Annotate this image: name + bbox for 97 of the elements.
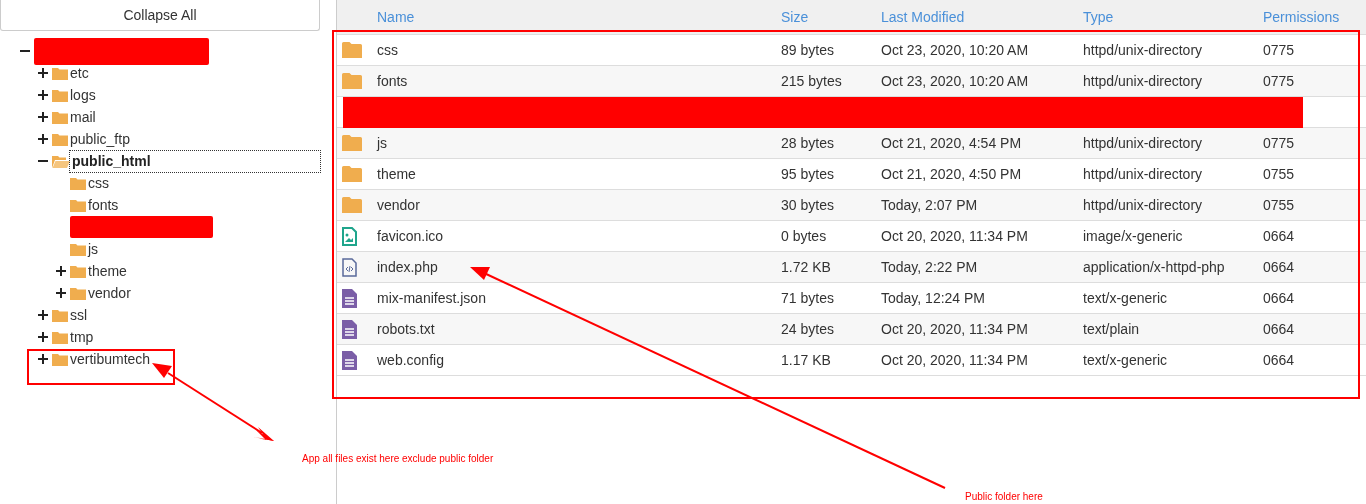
table-cell-text: Oct 21, 2020, 4:54 PM xyxy=(881,133,1022,153)
table-cell-text: Oct 20, 2020, 11:34 PM xyxy=(881,226,1028,246)
folder-icon xyxy=(52,308,68,322)
folder-label[interactable]: fonts xyxy=(86,194,119,216)
collapse-all-button[interactable]: Collapse All xyxy=(0,0,320,31)
table-cell-text: Today, 2:07 PM xyxy=(881,195,978,215)
table-cell-text: 0755 xyxy=(1263,164,1295,184)
table-cell-text: Oct 21, 2020, 4:50 PM xyxy=(881,164,1022,184)
expand-icon[interactable] xyxy=(38,332,48,342)
table-cell-text: 0 bytes xyxy=(781,226,827,246)
folder-label[interactable]: public_html xyxy=(70,150,320,172)
folder-label[interactable]: mail xyxy=(68,106,96,128)
file-name[interactable]: mix-manifest.json xyxy=(377,287,486,309)
table-cell-text: httpd/unix-directory xyxy=(1083,164,1203,184)
file-name[interactable]: robots.txt xyxy=(377,318,435,340)
table-cell-text: Today, 2:22 PM xyxy=(881,257,978,277)
expand-icon[interactable] xyxy=(38,68,48,78)
table-cell-text: 89 bytes xyxy=(781,40,834,60)
folder-icon xyxy=(52,352,68,366)
folder-icon xyxy=(52,88,68,102)
table-cell-text: httpd/unix-directory xyxy=(1083,133,1203,153)
expand-icon[interactable] xyxy=(38,134,48,144)
table-cell-text: text/x-generic xyxy=(1083,350,1168,370)
folder-icon xyxy=(70,198,86,212)
table-cell-text: text/x-generic xyxy=(1083,288,1168,308)
file-name[interactable]: index.php xyxy=(377,256,438,278)
table-cell-text: 0664 xyxy=(1263,319,1295,339)
folder-label[interactable]: ssl xyxy=(68,304,88,326)
folder-icon xyxy=(70,176,86,190)
text-file-icon xyxy=(342,350,357,370)
table-cell-text: text/plain xyxy=(1083,319,1140,339)
file-name[interactable]: css xyxy=(377,39,398,61)
annotation-text: App all files exist here exclude public folder xyxy=(302,452,494,466)
folder-icon xyxy=(70,264,86,278)
expand-icon[interactable] xyxy=(38,354,48,364)
folder-icon xyxy=(52,330,68,344)
table-cell-text: 215 bytes xyxy=(781,71,842,91)
expand-icon[interactable] xyxy=(38,310,48,320)
folder-label[interactable]: tmp xyxy=(68,326,94,348)
file-name[interactable]: theme xyxy=(377,163,416,185)
table-cell-text: 28 bytes xyxy=(781,133,834,153)
table-cell-text: 0775 xyxy=(1263,71,1295,91)
folder-icon xyxy=(342,166,362,182)
table-cell-text: httpd/unix-directory xyxy=(1083,40,1203,60)
folder-icon xyxy=(342,73,362,89)
folder-icon xyxy=(342,197,362,213)
table-cell-text: 1.72 KB xyxy=(781,257,831,277)
file-name[interactable]: vendor xyxy=(377,194,420,216)
table-cell-text: 0664 xyxy=(1263,350,1295,370)
folder-label[interactable]: public_ftp xyxy=(68,128,130,150)
folder-icon xyxy=(52,110,68,124)
folder-label[interactable]: js xyxy=(86,238,99,260)
folder-label[interactable]: vertibumtech xyxy=(68,348,151,370)
table-cell-text: Oct 20, 2020, 11:34 PM xyxy=(881,350,1028,370)
table-cell-text: application/x-httpd-php xyxy=(1083,257,1225,277)
table-cell-text: httpd/unix-directory xyxy=(1083,195,1203,215)
file-name[interactable]: js xyxy=(377,132,388,154)
table-cell-text: 1.17 KB xyxy=(781,350,831,370)
table-cell-text: 0775 xyxy=(1263,40,1295,60)
folder-label[interactable]: css xyxy=(86,172,109,194)
table-cell-text: 0664 xyxy=(1263,257,1295,277)
expand-icon[interactable] xyxy=(56,288,66,298)
folder-label[interactable]: vendor xyxy=(86,282,131,304)
text-file-icon xyxy=(342,319,357,339)
table-cell-text: Oct 23, 2020, 10:20 AM xyxy=(881,71,1029,91)
table-cell-text: 0755 xyxy=(1263,195,1295,215)
file-name[interactable]: favicon.ico xyxy=(377,225,444,247)
table-cell-text: Oct 20, 2020, 11:34 PM xyxy=(881,319,1028,339)
text-file-icon xyxy=(342,288,357,308)
table-cell-text: 95 bytes xyxy=(781,164,834,184)
folder-icon xyxy=(342,42,362,58)
folder-label[interactable]: etc xyxy=(68,62,89,84)
folder-icon xyxy=(342,135,362,151)
folder-label[interactable]: logs xyxy=(68,84,96,106)
table-cell-text: 71 bytes xyxy=(781,288,834,308)
expand-icon[interactable] xyxy=(56,266,66,276)
open-folder-icon xyxy=(52,154,70,168)
expand-icon[interactable] xyxy=(38,90,48,100)
table-cell-text: 24 bytes xyxy=(781,319,834,339)
folder-icon xyxy=(70,286,86,300)
table-cell-text: 0775 xyxy=(1263,133,1295,153)
table-cell-text: 0664 xyxy=(1263,288,1295,308)
annotation-text: Public folder here xyxy=(965,490,1043,504)
file-name[interactable]: web.config xyxy=(377,349,444,371)
folder-label[interactable]: theme xyxy=(86,260,127,282)
image-file-icon xyxy=(342,226,357,246)
folder-icon xyxy=(70,242,86,256)
table-cell-text: image/x-generic xyxy=(1083,226,1183,246)
table-cell-text: 30 bytes xyxy=(781,195,834,215)
table-cell-text: Oct 23, 2020, 10:20 AM xyxy=(881,40,1029,60)
file-name[interactable]: fonts xyxy=(377,70,408,92)
table-cell-text: Today, 12:24 PM xyxy=(881,288,986,308)
code-file-icon xyxy=(342,257,357,277)
expand-icon[interactable] xyxy=(38,112,48,122)
table-cell-text: 0664 xyxy=(1263,226,1295,246)
table-cell-text: httpd/unix-directory xyxy=(1083,71,1203,91)
folder-icon xyxy=(52,132,68,146)
